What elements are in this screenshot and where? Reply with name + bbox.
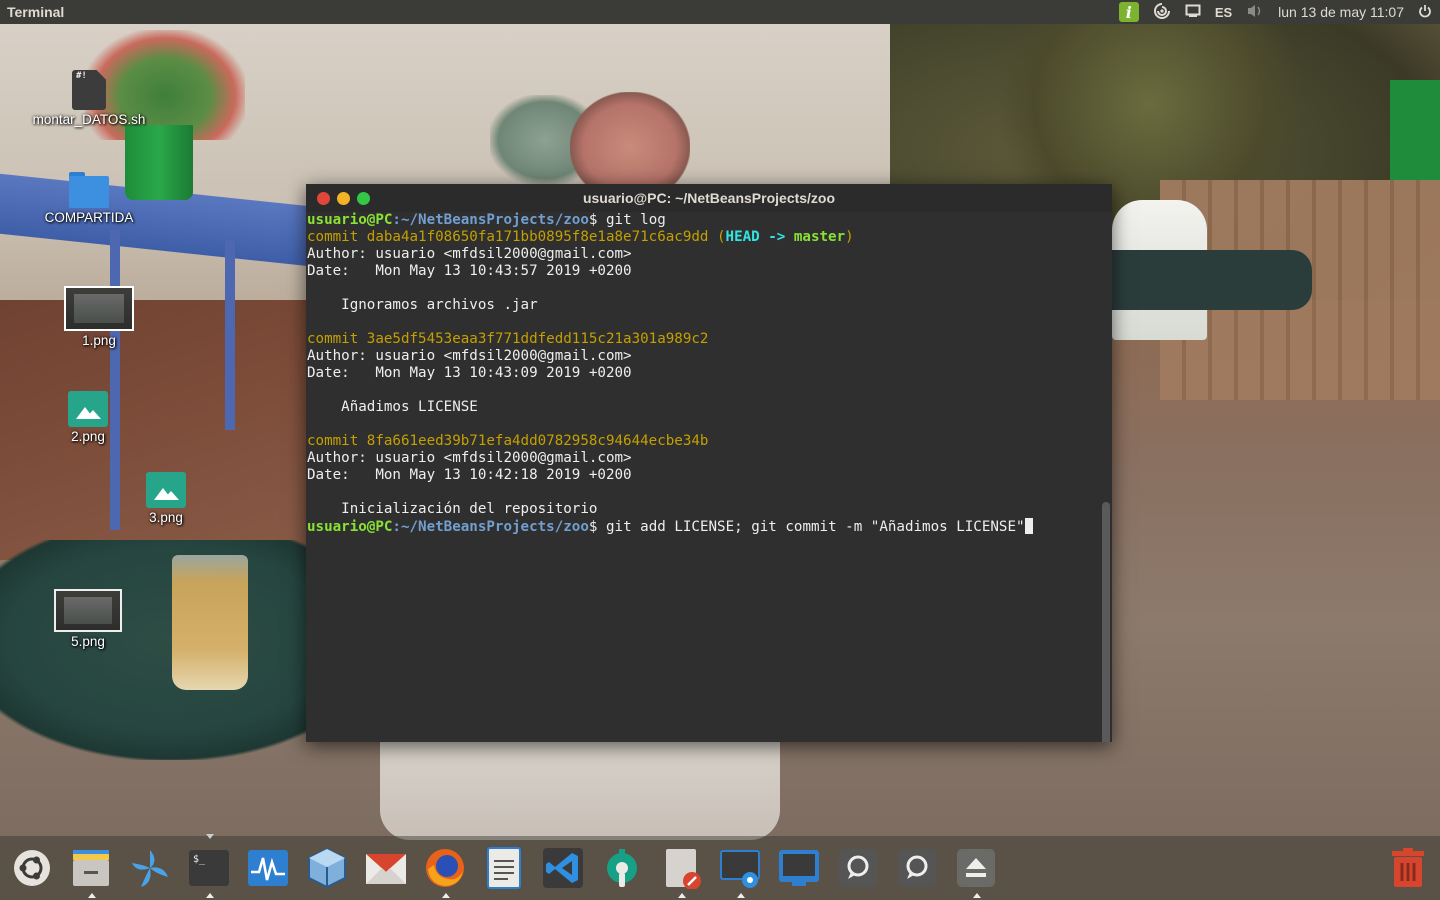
terminal-line: Author: usuario <mfdsil2000@gmail.com> [307, 450, 632, 466]
terminal-line: Author: usuario <mfdsil2000@gmail.com> [307, 348, 632, 364]
terminal-output[interactable]: usuario@PC:~/NetBeansProjects/zoo$ git l… [306, 212, 1112, 742]
terminal-line: usuario@PC:~/NetBeansProjects/zoo$ git l… [307, 212, 666, 228]
image-thumbnail [64, 286, 134, 331]
terminal-icon[interactable]: $_ [187, 834, 231, 898]
desktop-icon-label: 3.png [149, 510, 183, 525]
svg-text:$_: $_ [193, 854, 206, 865]
chat-icon[interactable] [836, 846, 880, 890]
maximize-button[interactable] [357, 191, 370, 205]
image-file-icon [146, 472, 186, 508]
terminal-line: commit daba4a1f08650fa171bb0895f8e1a8e71… [307, 229, 854, 245]
power-icon[interactable] [1418, 4, 1432, 21]
window-title: usuario@PC: ~/NetBeansProjects/zoo [582, 190, 836, 206]
folder-icon [69, 172, 109, 208]
terminal-line: Ignoramos archivos .jar [307, 297, 538, 313]
chat-icon-2[interactable] [895, 846, 939, 890]
command-input[interactable]: git add LICENSE; git commit -m "Añadimos… [606, 519, 1025, 535]
desktop-icon-image[interactable]: 1.png [34, 286, 164, 348]
terminal-line: Date: Mon May 13 10:42:18 2019 +0200 [307, 467, 632, 483]
screenshot-icon[interactable] [718, 846, 762, 898]
terminal-line: Author: usuario <mfdsil2000@gmail.com> [307, 246, 632, 262]
shutter-icon[interactable] [128, 846, 172, 890]
dock: $_ [0, 834, 1440, 900]
image-thumbnail [54, 589, 122, 632]
desktop-icon-image[interactable]: 3.png [101, 472, 231, 525]
top-panel: Terminal i ES lun 13 de may 11:07 [0, 0, 1440, 24]
terminal-line: commit 8fa661eed39b71efa4dd0782958c94644… [307, 433, 709, 449]
screen-icon[interactable] [1185, 4, 1201, 21]
desktop-icon-label: 5.png [71, 634, 105, 649]
terminal-line: Date: Mon May 13 10:43:57 2019 +0200 [307, 263, 632, 279]
text-cursor [1024, 518, 1033, 534]
desktop-icon-folder[interactable]: COMPARTIDA [24, 172, 154, 225]
shell-script-icon: #! [72, 70, 106, 110]
system-monitor-icon[interactable] [246, 846, 290, 890]
terminal-line: commit 3ae5df5453eaa3f771ddfedd115c21a30… [307, 331, 709, 347]
terminal-input-line[interactable]: usuario@PC:~/NetBeansProjects/zoo$ git a… [307, 518, 1112, 535]
indicator-area: i ES lun 13 de may 11:07 [1118, 2, 1440, 23]
desktop-icon-label: 1.png [82, 333, 116, 348]
scrollbar[interactable] [1102, 502, 1110, 742]
volume-icon[interactable] [1246, 3, 1264, 22]
image-file-icon [68, 391, 108, 427]
info-icon[interactable]: i [1118, 2, 1139, 22]
desktop-icon-label: COMPARTIDA [44, 210, 134, 225]
vscode-icon[interactable] [541, 846, 585, 890]
close-button[interactable] [317, 191, 330, 205]
firefox-icon[interactable] [423, 846, 467, 898]
desktop-icon-label: 2.png [71, 429, 105, 444]
window-titlebar[interactable]: usuario@PC: ~/NetBeansProjects/zoo [306, 184, 1112, 212]
clock[interactable]: lun 13 de may 11:07 [1278, 4, 1404, 20]
keyboard-layout[interactable]: ES [1215, 5, 1232, 20]
desktop-icon-label: montar_DATOS.sh [32, 112, 146, 127]
ubuntu-logo-icon[interactable] [10, 846, 54, 890]
trash-icon[interactable] [1386, 846, 1430, 890]
terminal-line: Añadimos LICENSE [307, 399, 478, 415]
sync-icon[interactable] [1153, 2, 1171, 23]
desktop-icon-image[interactable]: 2.png [23, 391, 153, 444]
active-app-title[interactable]: Terminal [0, 4, 64, 20]
terminal-line: Date: Mon May 13 10:43:09 2019 +0200 [307, 365, 632, 381]
terminal-line: Inicialización del repositorio [307, 501, 598, 517]
drawing-icon[interactable] [659, 846, 703, 898]
desktop-icon-image[interactable]: 5.png [23, 589, 153, 649]
virtualbox-icon[interactable] [305, 846, 349, 890]
mail-icon[interactable] [364, 846, 408, 890]
minimize-button[interactable] [337, 191, 350, 205]
desktop-icon-script[interactable]: #! montar_DATOS.sh [24, 70, 154, 127]
remote-desktop-icon[interactable] [777, 846, 821, 890]
settings-icon[interactable] [600, 846, 644, 890]
files-icon[interactable] [69, 846, 113, 898]
text-editor-icon[interactable] [482, 846, 526, 890]
eject-icon[interactable] [954, 846, 998, 898]
terminal-window[interactable]: usuario@PC: ~/NetBeansProjects/zoo usuar… [306, 184, 1112, 742]
